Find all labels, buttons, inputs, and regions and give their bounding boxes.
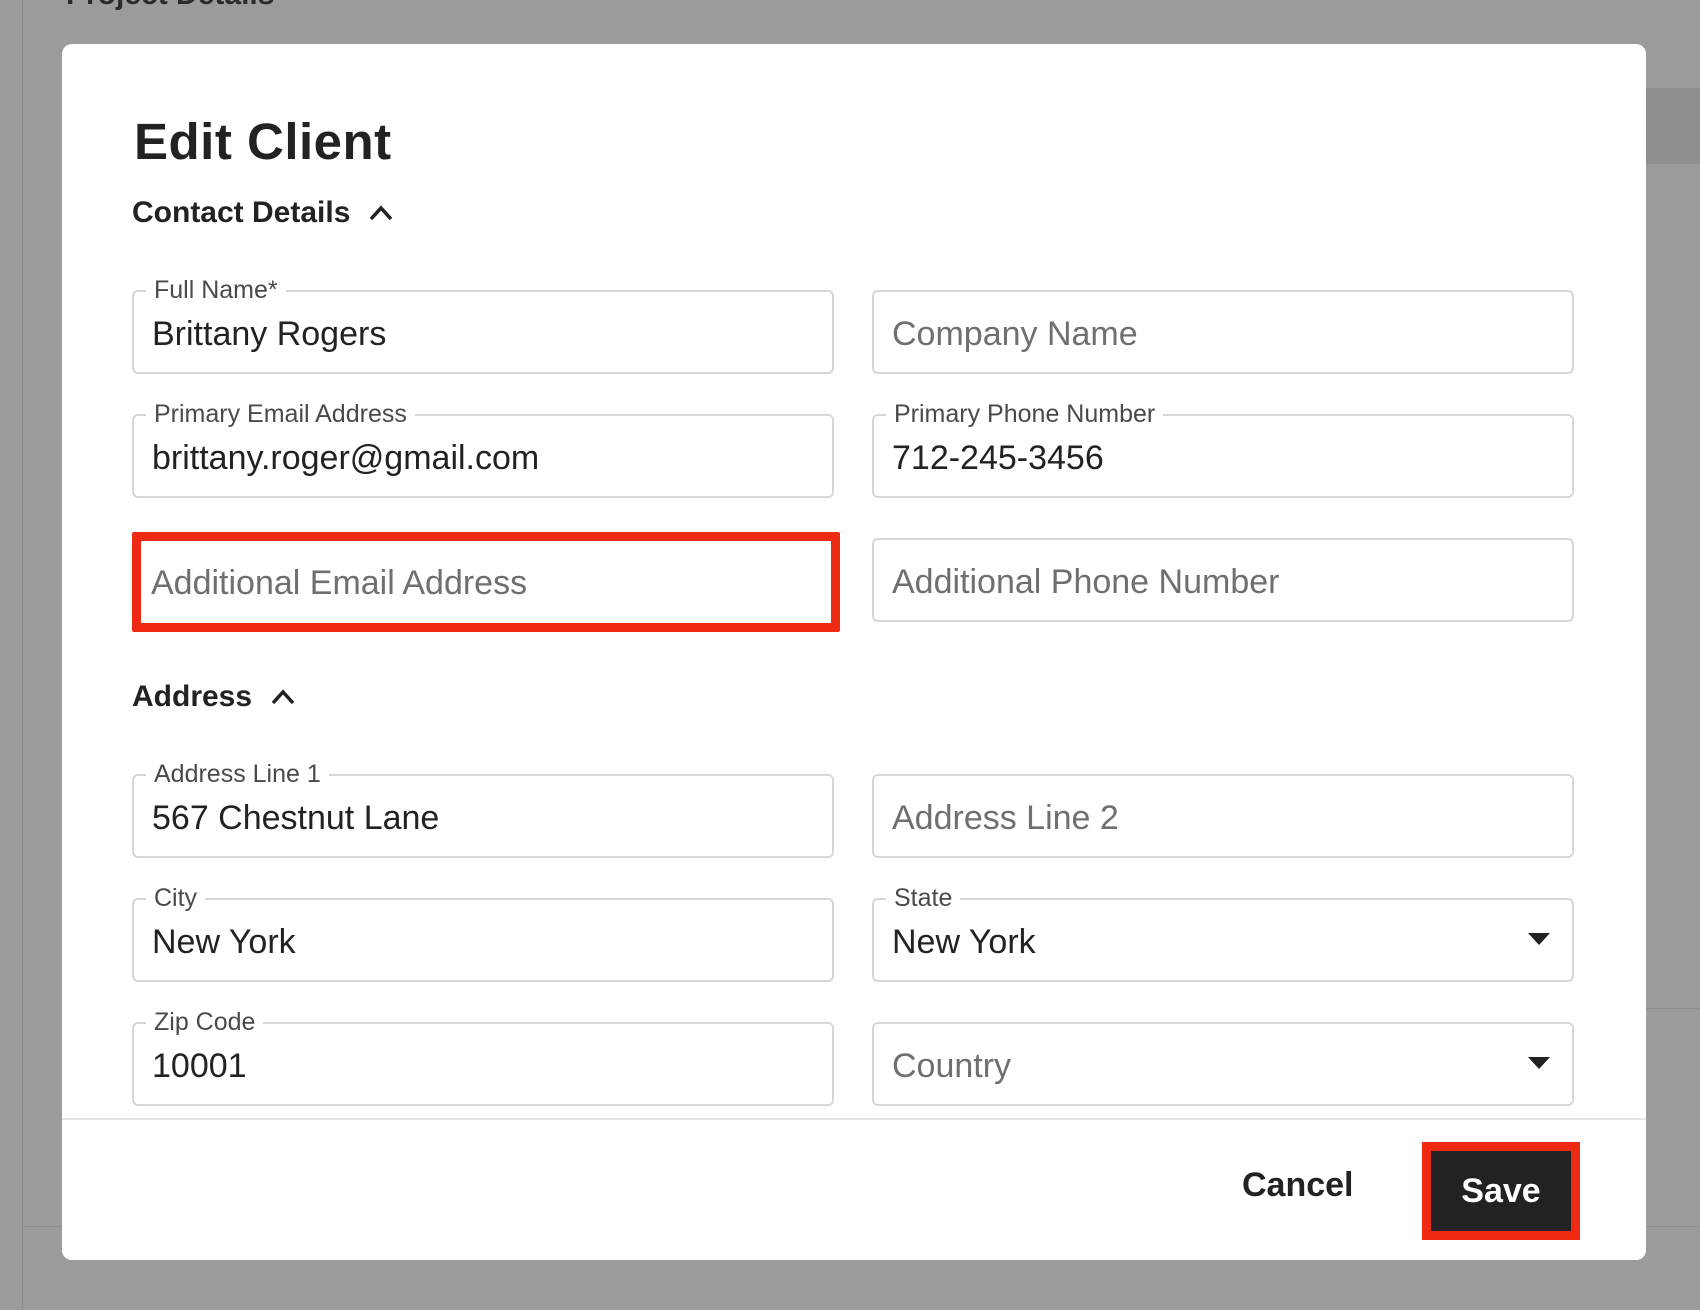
address-line1-value: 567 Chestnut Lane: [152, 799, 440, 837]
primary-phone-value: 712-245-3456: [892, 439, 1104, 477]
address-title: Address: [132, 680, 253, 713]
address-line2-field[interactable]: Address Line 2: [872, 774, 1574, 858]
primary-phone-field[interactable]: Primary Phone Number 712-245-3456: [872, 400, 1574, 498]
address-toggle[interactable]: Address: [132, 680, 296, 714]
city-label: City: [146, 884, 206, 912]
state-label: State: [886, 884, 961, 912]
background-panel: [1646, 164, 1700, 1009]
caret-down-icon: [1528, 1057, 1550, 1069]
state-value: New York: [892, 923, 1036, 961]
primary-phone-label: Primary Phone Number: [886, 400, 1164, 428]
caret-down-icon: [1528, 933, 1550, 945]
background-divider: [22, 0, 23, 1310]
chevron-up-icon: [270, 687, 296, 707]
company-name-placeholder: Company Name: [892, 315, 1138, 353]
country-placeholder: Country: [892, 1047, 1012, 1085]
address-line1-field[interactable]: Address Line 1 567 Chestnut Lane: [132, 760, 834, 858]
chevron-up-icon: [368, 203, 394, 223]
additional-email-placeholder: Additional Email Address: [151, 564, 528, 602]
company-name-field[interactable]: Company Name: [872, 290, 1574, 374]
save-button[interactable]: Save: [1431, 1151, 1571, 1231]
full-name-field[interactable]: Full Name* Brittany Rogers: [132, 276, 834, 374]
save-button-highlight: Save: [1422, 1142, 1580, 1240]
additional-email-field[interactable]: Additional Email Address: [132, 532, 840, 632]
address-line2-placeholder: Address Line 2: [892, 799, 1119, 837]
zip-code-label: Zip Code: [146, 1008, 264, 1036]
additional-phone-field[interactable]: Additional Phone Number: [872, 538, 1574, 622]
modal-title: Edit Client: [134, 113, 392, 170]
address-line1-label: Address Line 1: [146, 760, 329, 788]
cancel-button[interactable]: Cancel: [1242, 1166, 1354, 1205]
contact-details-title: Contact Details: [132, 196, 351, 229]
country-select[interactable]: Country: [872, 1022, 1574, 1106]
state-select[interactable]: State New York: [872, 884, 1574, 982]
background-panel-header: [1646, 88, 1700, 164]
zip-code-field[interactable]: Zip Code 10001: [132, 1008, 834, 1106]
city-field[interactable]: City New York: [132, 884, 834, 982]
city-value: New York: [152, 923, 296, 961]
primary-email-field[interactable]: Primary Email Address brittany.roger@gma…: [132, 400, 834, 498]
edit-client-modal: Edit Client Contact Details Full Name* B…: [62, 44, 1646, 1260]
contact-details-toggle[interactable]: Contact Details: [132, 196, 394, 230]
primary-email-label: Primary Email Address: [146, 400, 415, 428]
modal-footer: Cancel Save: [62, 1118, 1646, 1260]
full-name-label: Full Name*: [146, 276, 286, 304]
background-page-heading: Project Details: [66, 0, 274, 12]
full-name-value: Brittany Rogers: [152, 315, 387, 353]
primary-email-value: brittany.roger@gmail.com: [152, 439, 540, 477]
zip-code-value: 10001: [152, 1047, 247, 1085]
additional-phone-placeholder: Additional Phone Number: [892, 563, 1280, 601]
